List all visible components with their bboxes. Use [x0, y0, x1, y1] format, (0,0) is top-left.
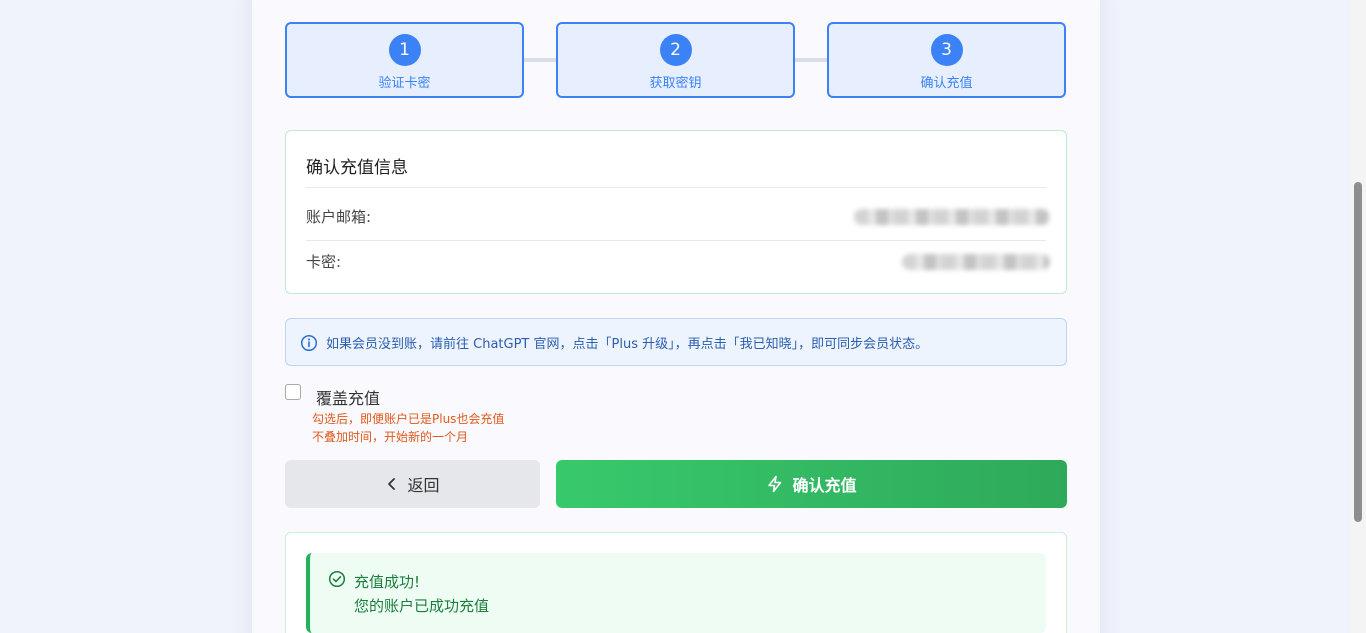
confirm-recharge-button[interactable]: 确认充值 [556, 460, 1067, 508]
step-label: 确认充值 [920, 76, 973, 91]
card-label: 卡密: [306, 253, 342, 271]
back-button-label: 返回 [407, 478, 440, 495]
check-circle-icon [328, 570, 346, 588]
confirm-info-panel: 确认充值信息 账户邮箱: 卡密: [285, 130, 1067, 294]
email-label: 账户邮箱: [306, 208, 372, 226]
step-number: 2 [659, 34, 692, 66]
notice-text: 如果会员没到账，请前往 ChatGPT 官网，点击「Plus 升级」，再点击「我… [326, 336, 929, 352]
success-alert: 充值成功! 您的账户已成功充值 [306, 553, 1046, 633]
card-row: 卡密: [306, 251, 1050, 273]
lightning-icon [766, 475, 784, 493]
scrollbar-thumb[interactable] [1354, 182, 1362, 522]
info-notice: 如果会员没到账，请前往 ChatGPT 官网，点击「Plus 升级」，再点击「我… [285, 318, 1067, 366]
step-connector [524, 58, 556, 62]
override-label[interactable]: 覆盖充值 [316, 385, 380, 409]
chevron-left-icon [385, 477, 399, 491]
override-hint-2: 不叠加时间，开始新的一个月 [312, 430, 469, 444]
step-number: 3 [930, 34, 963, 66]
divider [306, 240, 1046, 241]
step-1: 1 验证卡密 [285, 22, 524, 98]
card-value-redacted [902, 254, 1050, 270]
success-title: 充值成功! [354, 573, 421, 591]
override-hint-1: 勾选后，即便账户已是Plus也会充值 [312, 412, 505, 426]
scrollbar[interactable] [1350, 0, 1366, 633]
step-label: 验证卡密 [378, 76, 431, 91]
step-connector [795, 58, 827, 62]
success-message: 您的账户已成功充值 [354, 597, 490, 615]
confirm-button-label: 确认充值 [792, 478, 857, 495]
step-indicator: 1 验证卡密 2 获取密钥 3 确认充值 [285, 22, 1067, 98]
result-panel: 充值成功! 您的账户已成功充值 [285, 532, 1067, 633]
email-row: 账户邮箱: [306, 206, 1050, 228]
step-3: 3 确认充值 [827, 22, 1066, 98]
back-button[interactable]: 返回 [285, 460, 540, 508]
email-value-redacted [854, 209, 1050, 225]
info-icon [300, 334, 318, 352]
step-2: 2 获取密钥 [556, 22, 795, 98]
step-number: 1 [388, 34, 421, 66]
override-checkbox[interactable] [285, 384, 301, 400]
step-label: 获取密钥 [649, 76, 702, 91]
divider [306, 187, 1046, 188]
info-title: 确认充值信息 [306, 158, 408, 178]
